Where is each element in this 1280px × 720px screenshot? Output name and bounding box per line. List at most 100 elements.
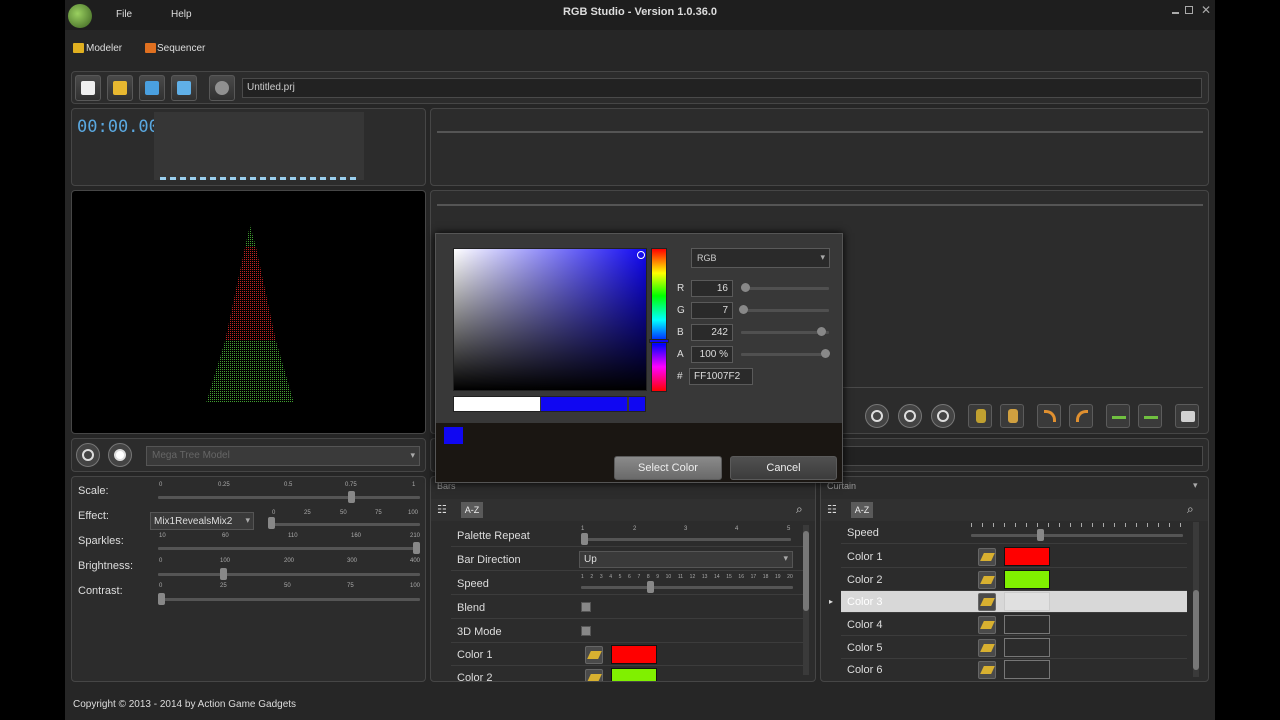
brightness-slider-thumb[interactable] bbox=[220, 568, 227, 580]
row-color-2[interactable]: Color 2 bbox=[451, 667, 803, 681]
stop-effect-button[interactable] bbox=[931, 404, 955, 428]
color-1-pick-button[interactable] bbox=[585, 646, 603, 664]
alpha-slider-thumb[interactable] bbox=[821, 349, 830, 358]
row-curtain-color-1[interactable]: Color 1 bbox=[841, 546, 1187, 568]
tool-button-6[interactable] bbox=[1138, 404, 1162, 428]
search-icon[interactable]: ⌕ bbox=[1187, 502, 1194, 517]
green-input[interactable]: 7 bbox=[691, 302, 733, 319]
search-icon[interactable]: ⌕ bbox=[796, 502, 803, 517]
project-path-field[interactable]: Untitled.prj bbox=[242, 78, 1202, 98]
close-button[interactable]: ✕ bbox=[1201, 3, 1211, 17]
green-slider-thumb[interactable] bbox=[739, 305, 748, 314]
color-1-swatch[interactable] bbox=[611, 645, 657, 664]
minimize-button[interactable] bbox=[1172, 12, 1179, 14]
3d-mode-checkbox[interactable] bbox=[581, 626, 591, 636]
contrast-slider[interactable] bbox=[158, 598, 420, 601]
save-button[interactable] bbox=[139, 75, 165, 101]
curtain-speed-thumb[interactable] bbox=[1037, 529, 1044, 541]
curtain-color-4-swatch[interactable] bbox=[1004, 615, 1050, 634]
row-bar-direction[interactable]: Bar Direction Up ▾ bbox=[451, 549, 803, 571]
tool-button-4[interactable] bbox=[1069, 404, 1093, 428]
sequencer-tab[interactable]: Sequencer bbox=[157, 43, 205, 54]
open-file-button[interactable] bbox=[107, 75, 133, 101]
maximize-button[interactable] bbox=[1185, 6, 1193, 14]
sequence-model-field[interactable] bbox=[841, 446, 1203, 466]
tool-button-3[interactable] bbox=[1037, 404, 1061, 428]
color-2-pick-button[interactable] bbox=[585, 669, 603, 681]
saturation-value-field[interactable] bbox=[453, 248, 647, 391]
az-sort-button[interactable]: A-Z bbox=[461, 502, 483, 518]
row-curtain-color-6[interactable]: Color 6 bbox=[841, 659, 1187, 681]
modeler-tab[interactable]: Modeler bbox=[86, 43, 122, 54]
row-color-1[interactable]: Color 1 bbox=[451, 644, 803, 666]
alpha-input[interactable]: 100 % bbox=[691, 346, 733, 363]
new-file-button[interactable] bbox=[75, 75, 101, 101]
red-slider-thumb[interactable] bbox=[741, 283, 750, 292]
hue-slider[interactable] bbox=[651, 248, 667, 392]
curtain-color-1-swatch[interactable] bbox=[1004, 547, 1050, 566]
color-mode-dropdown[interactable]: RGB ▾ bbox=[691, 248, 830, 268]
chevron-down-icon[interactable]: ▾ bbox=[1193, 480, 1198, 491]
row-curtain-color-4[interactable]: Color 4 bbox=[841, 614, 1187, 636]
sparkles-slider[interactable] bbox=[158, 547, 420, 550]
right-scrollbar-thumb[interactable] bbox=[1193, 590, 1199, 670]
curtain-color-2-swatch[interactable] bbox=[1004, 570, 1050, 589]
curtain-color-3-pick-button[interactable] bbox=[978, 593, 996, 611]
row-curtain-color-5[interactable]: Color 5 bbox=[841, 637, 1187, 659]
categorized-view-icon[interactable]: ☷ bbox=[827, 503, 837, 516]
row-3d-mode[interactable]: 3D Mode bbox=[451, 621, 803, 643]
tool-button-7[interactable] bbox=[1175, 404, 1199, 428]
model-selector[interactable]: Mega Tree Model ▾ bbox=[146, 446, 420, 466]
tool-button-2[interactable] bbox=[1000, 404, 1024, 428]
record-button[interactable] bbox=[108, 443, 132, 467]
row-palette-repeat[interactable]: Palette Repeat 1 2 3 4 5 bbox=[451, 525, 803, 547]
middle-scrollbar-thumb[interactable] bbox=[803, 531, 809, 611]
color-2-swatch[interactable] bbox=[611, 668, 657, 681]
curtain-color-2-pick-button[interactable] bbox=[978, 571, 996, 589]
row-blend[interactable]: Blend bbox=[451, 597, 803, 619]
blue-input[interactable]: 242 bbox=[691, 324, 733, 341]
curtain-color-6-pick-button[interactable] bbox=[978, 661, 996, 679]
contrast-slider-thumb[interactable] bbox=[158, 593, 165, 605]
color-cursor[interactable] bbox=[637, 251, 645, 259]
settings-button[interactable] bbox=[209, 75, 235, 101]
scale-slider[interactable] bbox=[158, 496, 420, 499]
curtain-speed-slider[interactable] bbox=[971, 534, 1183, 537]
blue-slider[interactable] bbox=[741, 331, 829, 334]
pause-effect-button[interactable] bbox=[898, 404, 922, 428]
blue-slider-thumb[interactable] bbox=[817, 327, 826, 336]
tool-button-1[interactable] bbox=[968, 404, 992, 428]
palette-repeat-thumb[interactable] bbox=[581, 533, 588, 545]
speed-thumb[interactable] bbox=[647, 581, 654, 593]
recent-color-swatch[interactable] bbox=[444, 427, 463, 444]
row-speed[interactable]: Speed 1 2 3 4 5 6 7 8 9 10 11 12 13 14 15 16 17 18 19 20 bbox=[451, 573, 803, 595]
red-slider[interactable] bbox=[741, 287, 829, 290]
bar-direction-dropdown[interactable]: Up ▾ bbox=[579, 551, 793, 568]
cancel-button[interactable]: Cancel bbox=[730, 456, 837, 480]
palette-repeat-slider[interactable] bbox=[581, 538, 791, 541]
right-scrollbar[interactable] bbox=[1193, 522, 1199, 677]
play-effect-button[interactable] bbox=[865, 404, 889, 428]
effect-dropdown[interactable]: Mix1RevealsMix2 ▾ bbox=[150, 512, 254, 530]
red-input[interactable]: 16 bbox=[691, 280, 733, 297]
curtain-color-5-pick-button[interactable] bbox=[978, 639, 996, 657]
speed-slider[interactable] bbox=[581, 586, 793, 589]
hex-input[interactable]: FF1007F2 bbox=[689, 368, 753, 385]
select-color-button[interactable]: Select Color bbox=[614, 456, 722, 480]
blend-checkbox[interactable] bbox=[581, 602, 591, 612]
categorized-view-icon[interactable]: ☷ bbox=[437, 503, 447, 516]
tool-button-5[interactable] bbox=[1106, 404, 1130, 428]
row-curtain-color-3[interactable]: Color 3 bbox=[841, 591, 1187, 613]
curtain-color-1-pick-button[interactable] bbox=[978, 548, 996, 566]
curtain-color-3-swatch[interactable] bbox=[1004, 592, 1050, 611]
curtain-color-6-swatch[interactable] bbox=[1004, 660, 1050, 679]
scale-slider-thumb[interactable] bbox=[348, 491, 355, 503]
middle-scrollbar[interactable] bbox=[803, 525, 809, 675]
brightness-slider[interactable] bbox=[158, 573, 420, 576]
hue-marker[interactable] bbox=[649, 339, 669, 343]
row-curtain-color-2[interactable]: Color 2 bbox=[841, 569, 1187, 591]
sparkles-slider-thumb[interactable] bbox=[413, 542, 420, 554]
row-curtain-speed[interactable]: Speed bbox=[841, 522, 1187, 544]
az-sort-button[interactable]: A-Z bbox=[851, 502, 873, 518]
effect-mix-slider-thumb[interactable] bbox=[268, 517, 275, 529]
